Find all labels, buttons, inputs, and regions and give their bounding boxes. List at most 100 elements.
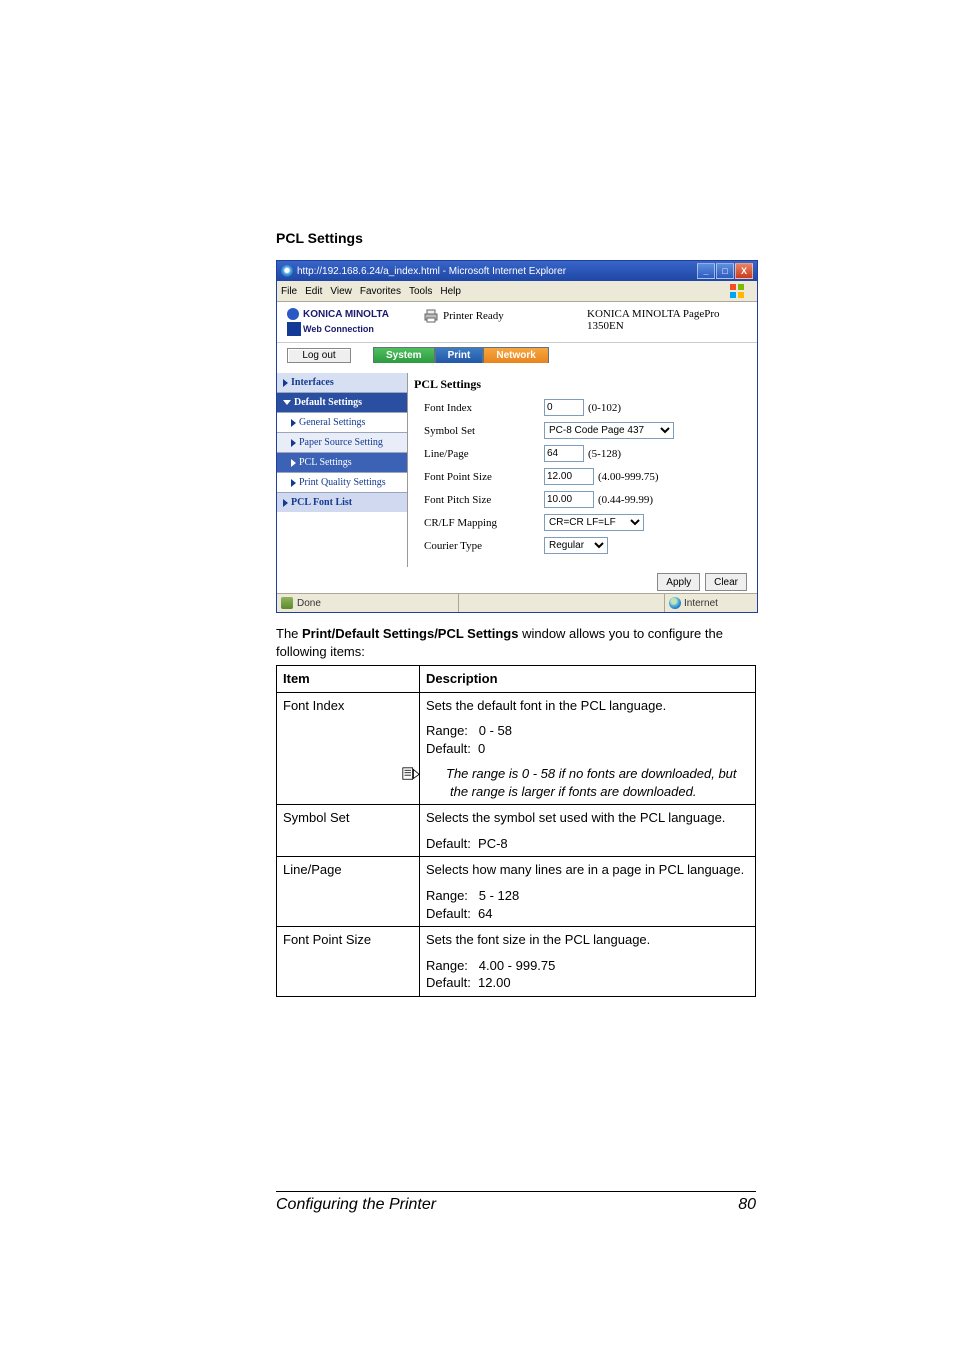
- intro-paragraph: The Print/Default Settings/PCL Settings …: [276, 625, 756, 660]
- printer-model: KONICA MINOLTA PagePro 1350EN: [587, 308, 747, 332]
- desc-line: Sets the font size in the PCL language.: [426, 931, 749, 949]
- triangle-right-icon: [291, 439, 296, 447]
- pagescope-logo: Web Connection: [287, 322, 417, 336]
- tab-network[interactable]: Network: [483, 347, 548, 363]
- vendor-logo: KONICA MINOLTA: [287, 308, 417, 320]
- nav-paper-source[interactable]: Paper Source Setting: [277, 432, 407, 452]
- tab-print[interactable]: Print: [435, 347, 484, 363]
- select-courier[interactable]: Regular: [544, 537, 608, 554]
- logout-button[interactable]: Log out: [287, 348, 351, 363]
- cell-item: Line/Page: [277, 857, 420, 927]
- hint-font-index: (0-102): [588, 402, 621, 414]
- menu-file[interactable]: File: [281, 286, 297, 297]
- triangle-right-icon: [283, 379, 288, 387]
- th-item: Item: [277, 666, 420, 693]
- input-font-index[interactable]: [544, 399, 584, 416]
- label-font-pitch: Font Pitch Size: [414, 494, 544, 506]
- th-description: Description: [420, 666, 756, 693]
- triangle-down-icon: [283, 400, 291, 405]
- desc-line: Range: 4.00 - 999.75: [426, 957, 749, 975]
- select-symbol-set[interactable]: PC-8 Code Page 437: [544, 422, 674, 439]
- settings-form: PCL Settings Font Index (0-102) Symbol S…: [408, 373, 757, 567]
- label-font-point: Font Point Size: [414, 471, 544, 483]
- label-line-page: Line/Page: [414, 448, 544, 460]
- printer-status: Printer Ready: [443, 310, 504, 322]
- side-nav: Interfaces Default Settings General Sett…: [277, 373, 408, 567]
- nav-label: General Settings: [299, 417, 365, 428]
- page-footer: Configuring the Printer 80: [276, 1191, 756, 1214]
- label-symbol-set: Symbol Set: [414, 425, 544, 437]
- table-row: Symbol Set Selects the symbol set used w…: [277, 805, 756, 857]
- label-courier: Courier Type: [414, 540, 544, 552]
- label-crlf: CR/LF Mapping: [414, 517, 544, 529]
- cell-item: Font Point Size: [277, 927, 420, 997]
- menu-tools[interactable]: Tools: [409, 286, 432, 297]
- windows-logo-icon: [729, 283, 745, 299]
- close-button[interactable]: X: [735, 263, 753, 279]
- browser-window: http://192.168.6.24/a_index.html - Micro…: [276, 260, 758, 613]
- tab-system[interactable]: System: [373, 347, 435, 363]
- clear-button[interactable]: Clear: [705, 573, 747, 591]
- menu-favorites[interactable]: Favorites: [360, 286, 401, 297]
- pagescope-icon: [287, 322, 301, 336]
- zone-text: Internet: [684, 598, 718, 609]
- status-text: Done: [297, 598, 321, 609]
- apply-button[interactable]: Apply: [657, 573, 700, 591]
- globe-icon: [669, 597, 681, 609]
- cell-desc: Selects how many lines are in a page in …: [420, 857, 756, 927]
- section-heading: PCL Settings: [276, 230, 756, 246]
- cell-item: Symbol Set: [277, 805, 420, 857]
- nav-pcl-settings[interactable]: PCL Settings: [277, 452, 407, 472]
- nav-default-settings[interactable]: Default Settings: [277, 392, 407, 412]
- triangle-right-icon: [291, 459, 296, 467]
- input-font-point[interactable]: [544, 468, 594, 485]
- vendor-name: KONICA MINOLTA: [303, 309, 389, 320]
- form-title: PCL Settings: [414, 377, 747, 392]
- note: The range is 0 - 58 if no fonts are down…: [426, 765, 749, 800]
- desc-line: Default: 0: [426, 740, 749, 758]
- menu-edit[interactable]: Edit: [305, 286, 322, 297]
- nav-label: Paper Source Setting: [299, 437, 383, 448]
- table-row: Line/Page Selects how many lines are in …: [277, 857, 756, 927]
- desc-line: Range: 0 - 58: [426, 722, 749, 740]
- input-line-page[interactable]: [544, 445, 584, 462]
- minimize-button[interactable]: _: [697, 263, 715, 279]
- desc-line: Selects how many lines are in a page in …: [426, 861, 749, 879]
- nav-interfaces[interactable]: Interfaces: [277, 373, 407, 392]
- note-icon: [426, 767, 444, 781]
- ie-icon: [281, 265, 293, 277]
- select-crlf[interactable]: CR=CR LF=LF: [544, 514, 644, 531]
- nav-label: Print Quality Settings: [299, 477, 386, 488]
- desc-line: Default: 12.00: [426, 974, 749, 992]
- status-bar: Done Internet: [277, 593, 757, 612]
- cell-desc: Sets the default font in the PCL languag…: [420, 692, 756, 805]
- cell-item: Font Index: [277, 692, 420, 805]
- triangle-right-icon: [291, 419, 296, 427]
- nav-pcl-font-list[interactable]: PCL Font List: [277, 492, 407, 512]
- nav-general-settings[interactable]: General Settings: [277, 412, 407, 432]
- menu-help[interactable]: Help: [440, 286, 461, 297]
- hint-font-point: (4.00-999.75): [598, 471, 659, 483]
- hint-font-pitch: (0.44-99.99): [598, 494, 653, 506]
- maximize-button[interactable]: □: [716, 263, 734, 279]
- nav-print-quality[interactable]: Print Quality Settings: [277, 472, 407, 492]
- brand-bar: KONICA MINOLTA Web Connection Printer Re…: [277, 302, 757, 343]
- status-icon: [281, 597, 293, 609]
- hint-line-page: (5-128): [588, 448, 621, 460]
- pagescope-label: Web Connection: [303, 324, 374, 334]
- input-font-pitch[interactable]: [544, 491, 594, 508]
- menu-view[interactable]: View: [330, 286, 352, 297]
- triangle-right-icon: [283, 499, 288, 507]
- desc-line: Default: PC-8: [426, 835, 749, 853]
- menu-bar: File Edit View Favorites Tools Help: [277, 281, 757, 302]
- desc-line: Selects the symbol set used with the PCL…: [426, 809, 749, 827]
- note-text: The range is 0 - 58 if no fonts are down…: [446, 766, 737, 799]
- logo-circle-icon: [287, 308, 299, 320]
- desc-line: Default: 64: [426, 905, 749, 923]
- nav-label: Interfaces: [291, 377, 334, 388]
- desc-line: Range: 5 - 128: [426, 887, 749, 905]
- table-row: Font Index Sets the default font in the …: [277, 692, 756, 805]
- description-table: Item Description Font Index Sets the def…: [276, 665, 756, 997]
- window-title: http://192.168.6.24/a_index.html - Micro…: [297, 266, 697, 277]
- footer-page-number: 80: [738, 1196, 756, 1214]
